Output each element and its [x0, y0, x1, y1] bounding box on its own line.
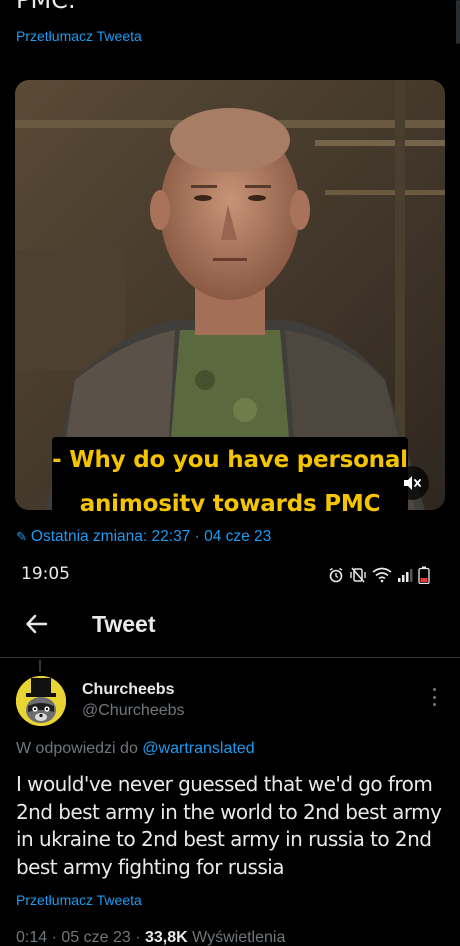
avatar[interactable]	[16, 676, 66, 726]
subtitle-line-1: - Why do you have personal	[52, 447, 408, 473]
alarm-icon	[329, 567, 343, 583]
reply-context: W odpowiedzi do @wartranslated	[16, 740, 255, 758]
thread-connector-line	[39, 660, 41, 672]
wifi-icon	[372, 567, 392, 583]
translate-tweet-link-top[interactable]: Przetłumacz Tweeta	[16, 28, 142, 44]
status-icons	[328, 566, 430, 584]
pencil-icon: ✎	[16, 529, 27, 544]
views-label: Wyświetlenia	[192, 929, 286, 946]
tweet-date[interactable]: 05 cze 23	[61, 929, 130, 946]
tweet-text: I would've never guessed that we'd go fr…	[16, 772, 442, 879]
dot-icon	[432, 695, 436, 699]
tweet-time[interactable]: 0:14	[16, 929, 47, 946]
dot-icon	[432, 688, 436, 691]
display-name[interactable]: Churcheebs	[82, 681, 174, 699]
reply-mention-link[interactable]: @wartranslated	[142, 740, 254, 757]
edit-history-link[interactable]: ✎ Ostatnia zmiana: 22:37 · 04 cze 23	[16, 528, 271, 546]
reply-prefix: W odpowiedzi do	[16, 740, 143, 757]
page-title: Tweet	[92, 611, 156, 637]
tweet-meta: 0:14 · 05 cze 23 · 33,8K Wyświetlenia	[16, 929, 286, 946]
user-handle[interactable]: @Churcheebs	[82, 702, 185, 720]
more-options-button[interactable]	[424, 686, 444, 708]
battery-low-icon	[418, 566, 430, 584]
edit-history-label: Ostatnia zmiana: 22:37 · 04 cze 23	[30, 528, 272, 545]
status-time: 19:05	[21, 564, 70, 584]
dot-icon	[432, 703, 436, 706]
truncated-tweet-text: PMC.	[16, 0, 76, 14]
back-arrow-icon[interactable]	[23, 610, 51, 638]
raccoon-top-hat-avatar-icon	[16, 676, 66, 726]
status-bar: 19:05	[0, 562, 460, 590]
signal-icon	[398, 569, 413, 582]
vibrate-mute-icon	[350, 567, 366, 583]
translate-tweet-link[interactable]: Przetłumacz Tweeta	[16, 892, 142, 908]
mute-button[interactable]	[395, 466, 429, 500]
view-count: 33,8K	[144, 929, 188, 946]
scrollbar[interactable]	[456, 0, 460, 44]
video-subtitle: - Why do you have personal animosity tow…	[52, 437, 408, 512]
speaker-muted-icon	[404, 476, 421, 490]
subtitle-line-2: animosity towards PMC	[79, 491, 381, 512]
app-header: Tweet	[0, 600, 460, 658]
